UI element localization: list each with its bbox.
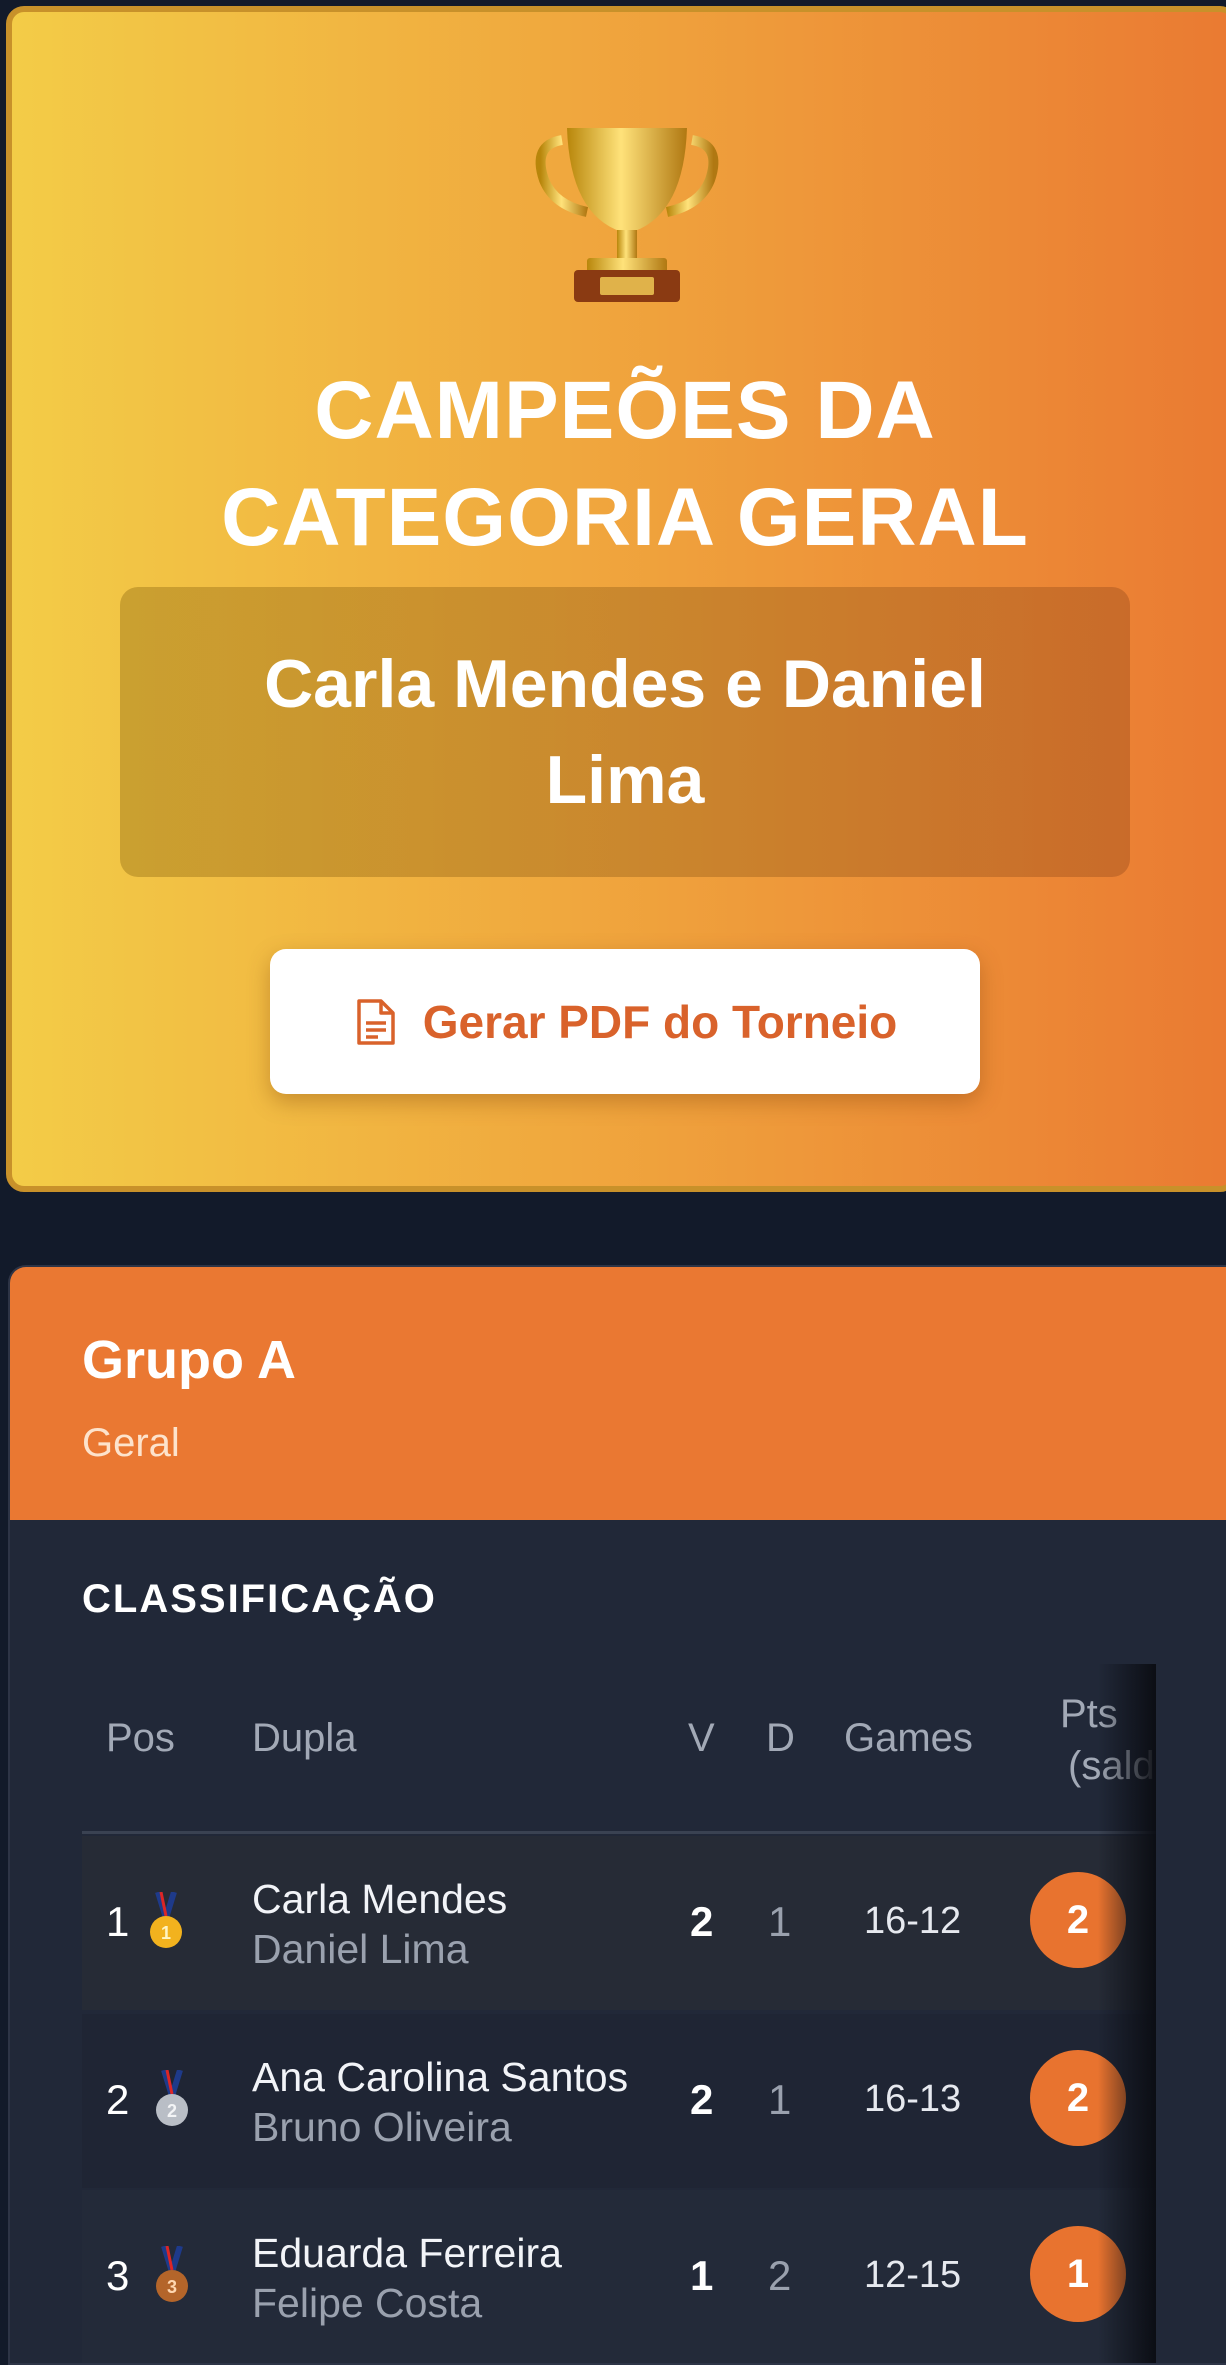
table-row: 2 2 Ana Carolina Santos Bruno Oliveira 2… bbox=[82, 2014, 1156, 2188]
generate-pdf-label: Gerar PDF do Torneio bbox=[422, 995, 898, 1048]
row-pos: 1 bbox=[106, 1898, 130, 1945]
losses-value: 2 bbox=[768, 2252, 792, 2299]
player2: Felipe Costa bbox=[252, 2280, 483, 2326]
row-pos: 3 bbox=[106, 2252, 130, 2299]
champions-title: CAMPEÕES DA CATEGORIA GERAL bbox=[12, 357, 1226, 571]
svg-text:3: 3 bbox=[167, 2277, 177, 2297]
group-card: Grupo A Geral CLASSIFICAÇÃO Pos Dupla V … bbox=[8, 1265, 1226, 2365]
col-pts: Pts bbox=[1060, 1692, 1118, 1736]
wins-value: 2 bbox=[690, 2076, 714, 2123]
standings-table[interactable]: Pos Dupla V D Games Pts (saldo) 1 1 Carl… bbox=[82, 1664, 1156, 2363]
col-wins: V bbox=[688, 1716, 715, 1760]
player1: Eduarda Ferreira bbox=[252, 2230, 562, 2276]
col-games: Games bbox=[844, 1716, 973, 1760]
col-pos: Pos bbox=[106, 1716, 175, 1760]
col-pts-sub: (saldo) bbox=[1068, 1744, 1156, 1788]
svg-text:2: 2 bbox=[167, 2101, 177, 2121]
document-icon bbox=[356, 998, 395, 1045]
group-header: Grupo A Geral bbox=[10, 1267, 1226, 1520]
wins-value: 2 bbox=[690, 1898, 714, 1945]
table-header: Pos Dupla V D Games Pts (saldo) bbox=[82, 1664, 1156, 1834]
winner-box: Carla Mendes e Daniel Lima bbox=[120, 587, 1130, 877]
player2: Daniel Lima bbox=[252, 1926, 469, 1972]
losses-value: 1 bbox=[768, 2076, 792, 2123]
group-title: Grupo A bbox=[82, 1330, 296, 1390]
losses-value: 1 bbox=[768, 1898, 792, 1945]
pts-badge: 1 bbox=[1030, 2226, 1126, 2322]
svg-text:1: 1 bbox=[161, 1923, 171, 1943]
pts-badge: 2 bbox=[1030, 1872, 1126, 1968]
champions-card: CAMPEÕES DA CATEGORIA GERAL Carla Mendes… bbox=[6, 6, 1226, 1192]
bronze-medal-icon: 3 bbox=[156, 2246, 188, 2302]
generate-pdf-button[interactable]: Gerar PDF do Torneio bbox=[270, 949, 980, 1094]
col-losses: D bbox=[766, 1716, 795, 1760]
table-row: 3 3 Eduarda Ferreira Felipe Costa 1 2 12… bbox=[82, 2190, 1156, 2363]
pts-badge: 2 bbox=[1030, 2050, 1126, 2146]
gold-medal-icon: 1 bbox=[150, 1892, 182, 1948]
table-row: 1 1 Carla Mendes Daniel Lima 2 1 16-12 2 bbox=[82, 1836, 1156, 2010]
wins-value: 1 bbox=[690, 2252, 714, 2299]
player2: Bruno Oliveira bbox=[252, 2104, 512, 2150]
row-pos: 2 bbox=[106, 2076, 130, 2123]
col-pair: Dupla bbox=[252, 1716, 357, 1760]
games-value: 16-13 bbox=[864, 2078, 962, 2120]
games-value: 12-15 bbox=[864, 2254, 962, 2296]
champions-title-line1: CAMPEÕES DA bbox=[314, 365, 936, 456]
player1: Carla Mendes bbox=[252, 1876, 508, 1922]
standings-title: CLASSIFICAÇÃO bbox=[82, 1577, 437, 1621]
winner-name: Carla Mendes e Daniel Lima bbox=[264, 646, 986, 818]
player1: Ana Carolina Santos bbox=[252, 2054, 629, 2100]
silver-medal-icon: 2 bbox=[156, 2070, 188, 2126]
champions-title-line2: CATEGORIA GERAL bbox=[221, 472, 1029, 563]
games-value: 16-12 bbox=[864, 1900, 962, 1942]
trophy-icon bbox=[535, 128, 719, 302]
group-subtitle: Geral bbox=[82, 1421, 180, 1465]
